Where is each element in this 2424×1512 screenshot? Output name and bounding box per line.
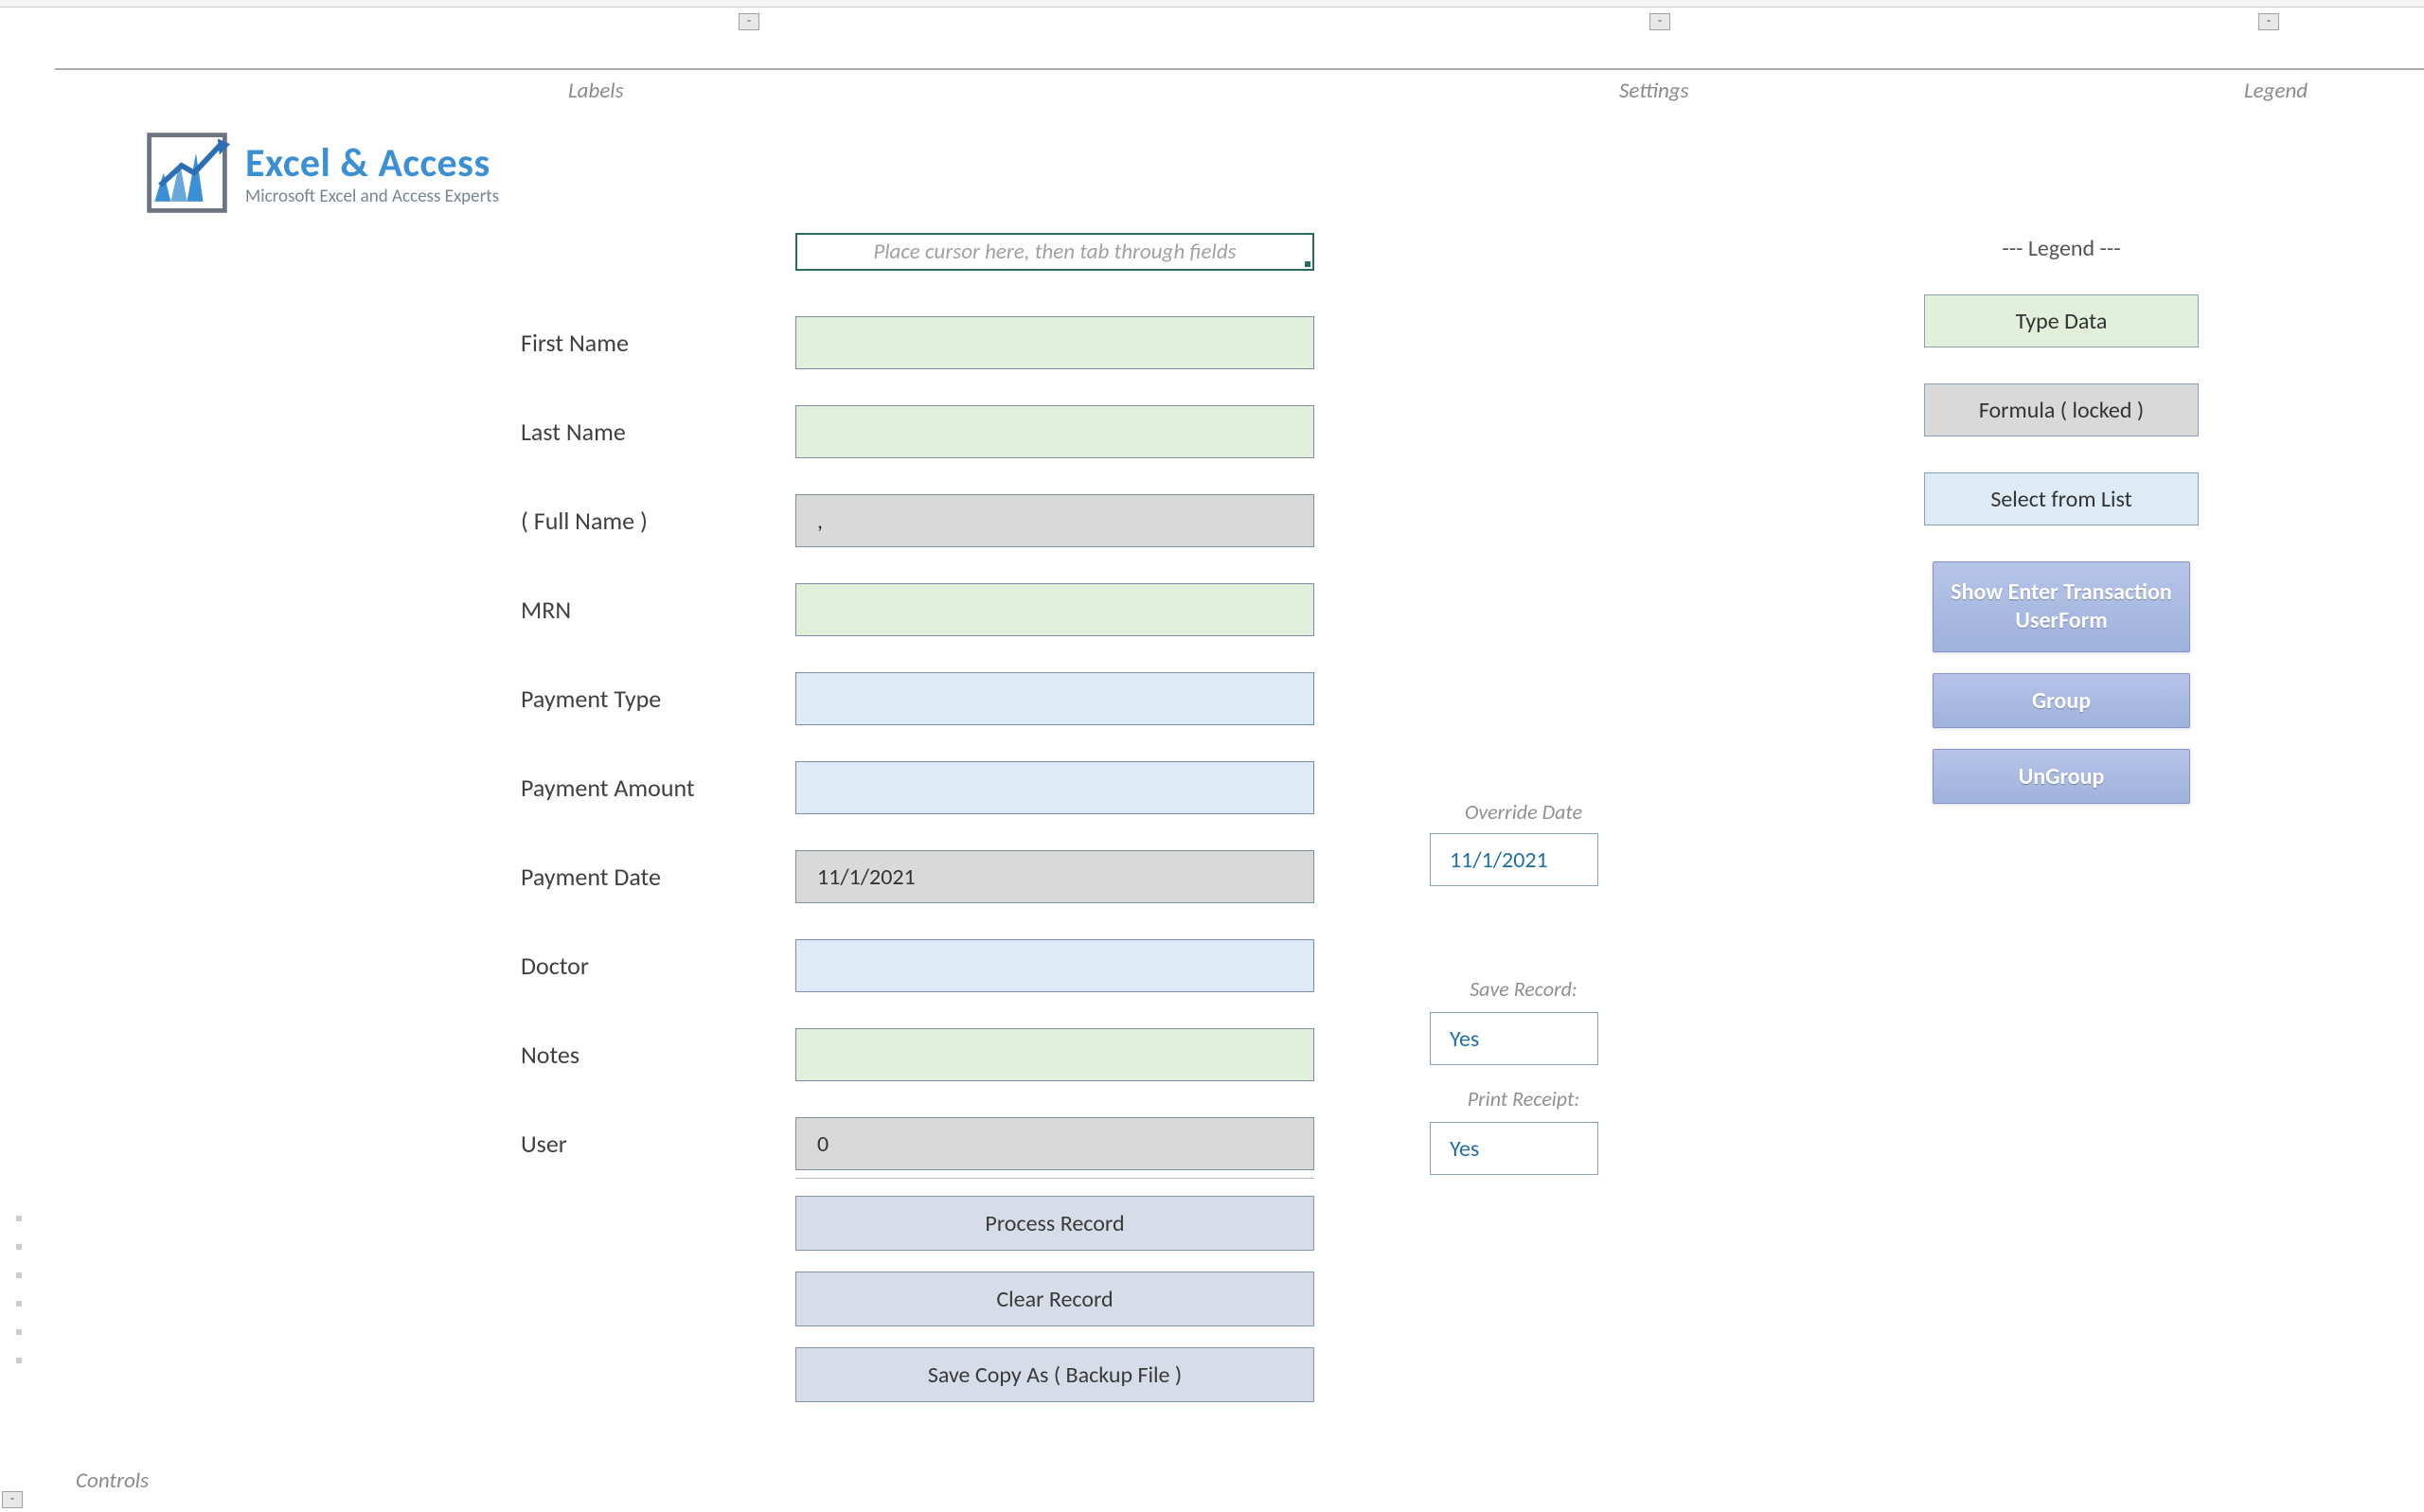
legend-formula: Formula ( locked ) <box>1924 383 2199 436</box>
legend-column: --- Legend --- Type Data Formula ( locke… <box>1924 235 2199 825</box>
logo-title: Excel & Access <box>245 139 499 187</box>
payment-date-field: 11/1/2021 <box>795 850 1314 903</box>
doctor-field[interactable] <box>795 939 1314 992</box>
first-name-field[interactable] <box>795 316 1314 369</box>
notes-field[interactable] <box>795 1028 1314 1081</box>
group-toggle-2[interactable]: - <box>1649 13 1670 30</box>
group-toggle-1[interactable]: - <box>739 13 759 30</box>
clear-record-button[interactable]: Clear Record <box>795 1272 1314 1326</box>
payment-type-field[interactable] <box>795 672 1314 725</box>
mrn-field[interactable] <box>795 583 1314 636</box>
label-notes: Notes <box>521 1040 795 1070</box>
top-bar <box>0 0 2424 8</box>
backup-button[interactable]: Save Copy As ( Backup File ) <box>795 1347 1314 1402</box>
gutter-dot <box>16 1272 22 1278</box>
instruction-field[interactable]: Place cursor here, then tab through fiel… <box>795 233 1314 271</box>
ungroup-button[interactable]: UnGroup <box>1933 749 2190 804</box>
logo-subtitle: Microsoft Excel and Access Experts <box>245 186 499 207</box>
print-receipt-field[interactable]: Yes <box>1430 1122 1598 1175</box>
full-name-field: , <box>795 494 1314 547</box>
gutter-dot <box>16 1329 22 1335</box>
process-record-button[interactable]: Process Record <box>795 1196 1314 1251</box>
group-toggle-3[interactable]: - <box>2258 13 2279 30</box>
override-date-label: Override Date <box>1439 799 1608 825</box>
user-field: 0 <box>795 1117 1314 1170</box>
label-payment-amount: Payment Amount <box>521 773 795 803</box>
gutter-dot <box>16 1358 22 1363</box>
logo: Excel & Access Microsoft Excel and Acces… <box>142 128 499 218</box>
legend-type-data: Type Data <box>1924 294 2199 347</box>
label-user: User <box>521 1129 795 1159</box>
save-record-label: Save Record: <box>1439 976 1608 1002</box>
legend-select: Select from List <box>1924 472 2199 525</box>
gutter-dot <box>16 1216 22 1221</box>
label-mrn: MRN <box>521 595 795 625</box>
section-header-controls: Controls <box>76 1468 149 1494</box>
group-toggle-4[interactable]: - <box>2 1491 23 1508</box>
legend-title: --- Legend --- <box>1924 235 2199 262</box>
override-date-field[interactable]: 11/1/2021 <box>1430 833 1598 886</box>
label-payment-type: Payment Type <box>521 684 795 714</box>
label-doctor: Doctor <box>521 951 795 981</box>
divider <box>795 1178 1314 1179</box>
logo-icon <box>142 128 232 218</box>
gutter-dot <box>16 1244 22 1250</box>
label-payment-date: Payment Date <box>521 862 795 892</box>
group-button[interactable]: Group <box>1933 673 2190 728</box>
print-receipt-label: Print Receipt: <box>1439 1086 1608 1112</box>
gutter-dot <box>16 1301 22 1307</box>
row-group-gutter <box>0 1193 38 1386</box>
payment-amount-field[interactable] <box>795 761 1314 814</box>
label-last-name: Last Name <box>521 417 795 447</box>
logo-text: Excel & Access Microsoft Excel and Acces… <box>245 139 499 207</box>
show-userform-button[interactable]: Show Enter Transaction UserForm <box>1933 561 2190 652</box>
last-name-field[interactable] <box>795 405 1314 458</box>
form-area: Place cursor here, then tab through fiel… <box>521 225 1314 1423</box>
save-record-field[interactable]: Yes <box>1430 1012 1598 1065</box>
label-first-name: First Name <box>521 328 795 358</box>
label-full-name: ( Full Name ) <box>521 506 795 536</box>
